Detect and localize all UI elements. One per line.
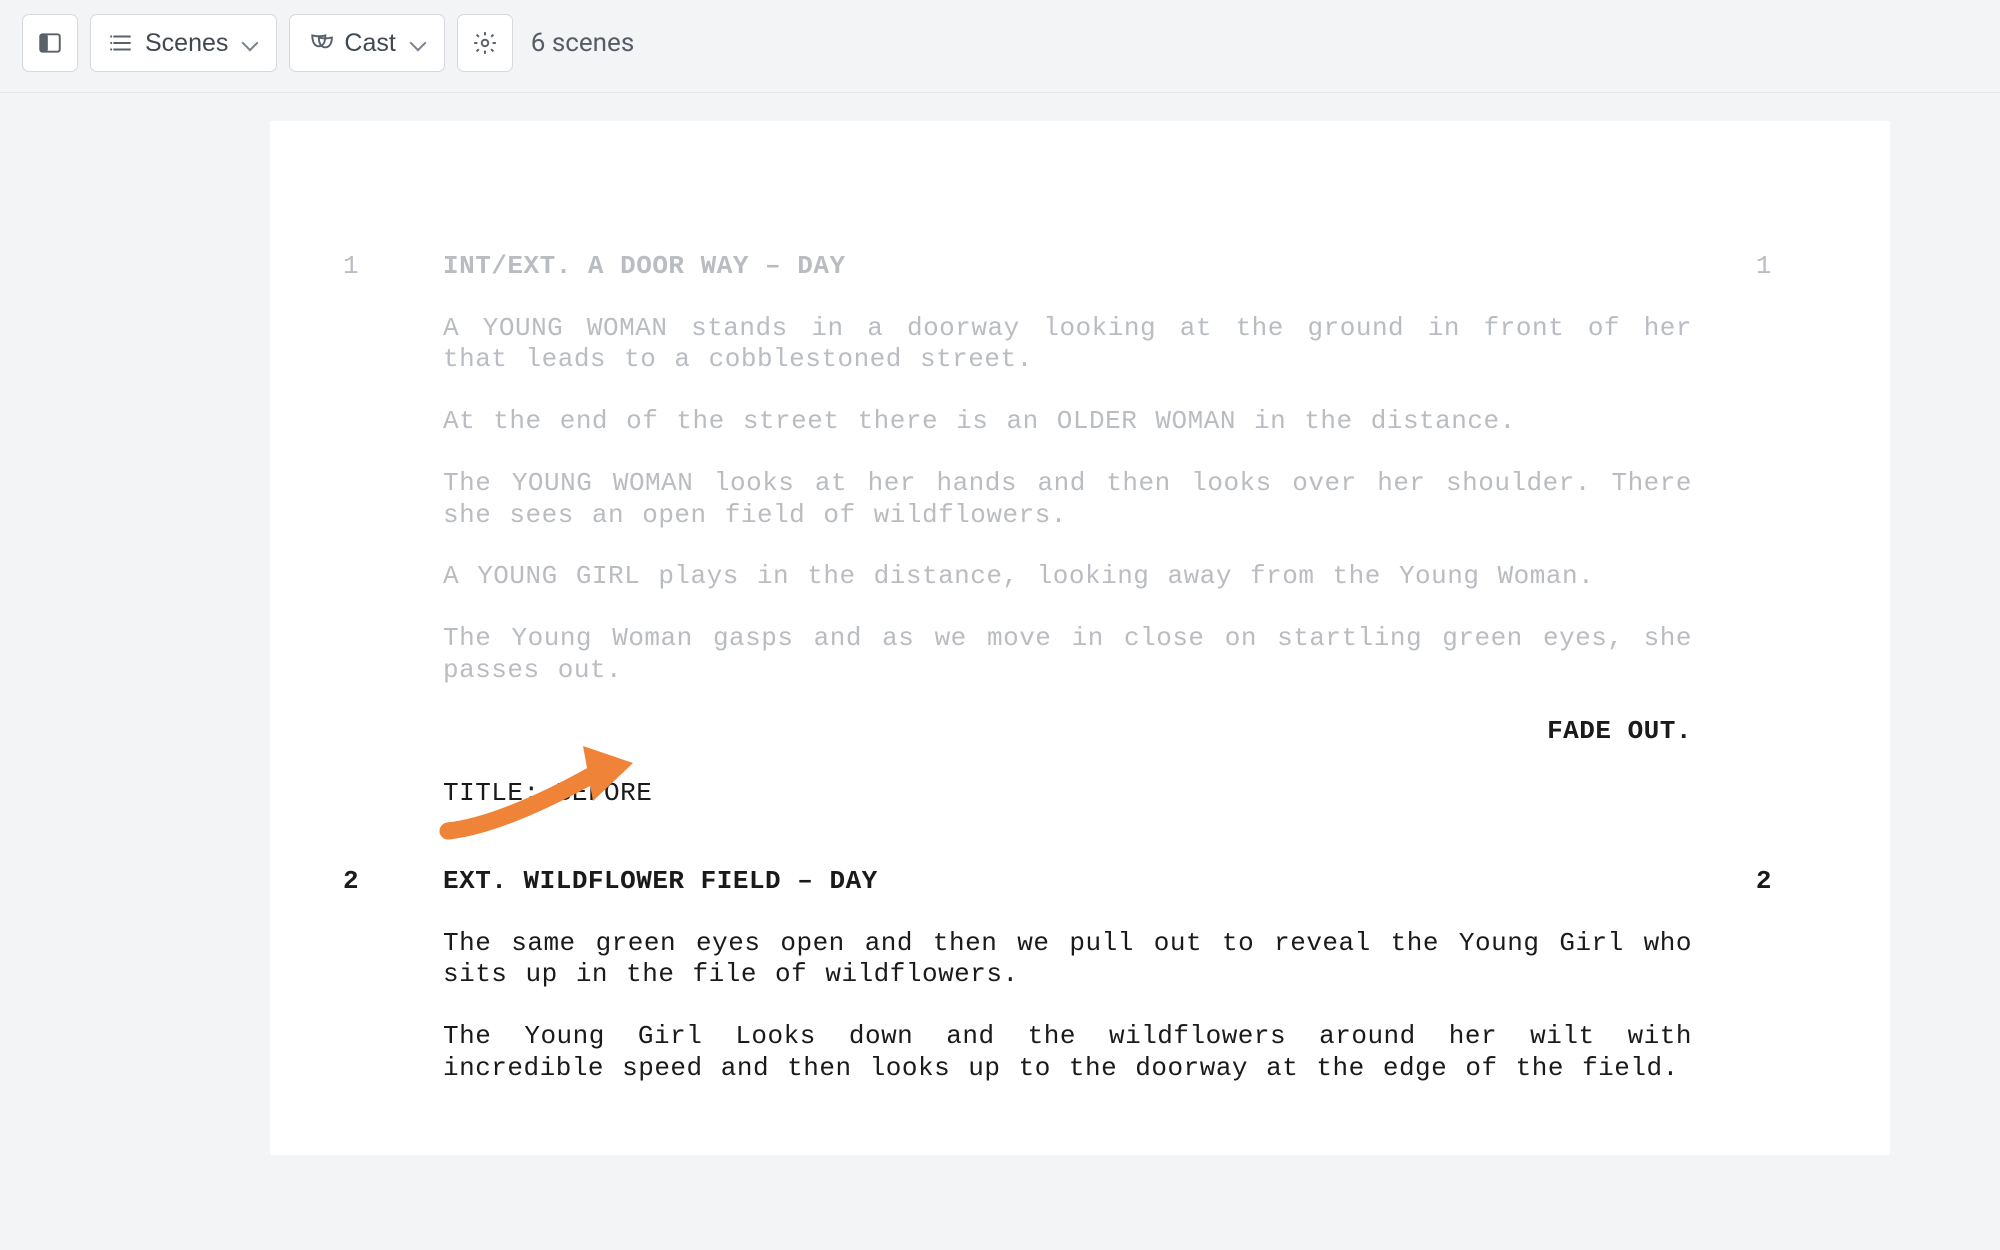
transition[interactable]: FADE OUT. xyxy=(348,716,1692,748)
gear-icon xyxy=(472,30,498,56)
masks-icon xyxy=(308,30,334,56)
scenes-dropdown-label: Scenes xyxy=(145,29,228,58)
action-text[interactable]: At the end of the street there is an OLD… xyxy=(443,406,1692,438)
title-card[interactable]: TITLE: BEFORE xyxy=(443,778,1812,810)
editor-viewport: 1 1 INT/EXT. A DOOR WAY – DAY A YOUNG WO… xyxy=(0,93,2000,1155)
sidebar-icon xyxy=(37,30,63,56)
action-text[interactable]: The Young Woman gasps and as we move in … xyxy=(443,623,1692,686)
action-text[interactable]: The YOUNG WOMAN looks at her hands and t… xyxy=(443,468,1692,531)
scene-heading[interactable]: INT/EXT. A DOOR WAY – DAY xyxy=(443,251,1732,283)
scene-block-1: 1 1 INT/EXT. A DOOR WAY – DAY A YOUNG WO… xyxy=(348,251,1812,686)
scene-count-label: 6 scenes xyxy=(525,28,634,58)
toolbar: Scenes Cast 6 scenes xyxy=(0,0,2000,93)
scene-block-2: 2 2 EXT. WILDFLOWER FIELD – DAY The same… xyxy=(348,866,1812,1085)
scene-number-right: 2 xyxy=(1756,866,1772,898)
cast-dropdown-label: Cast xyxy=(344,29,395,58)
list-icon xyxy=(109,30,135,56)
settings-button[interactable] xyxy=(457,14,513,72)
scene-heading[interactable]: EXT. WILDFLOWER FIELD – DAY xyxy=(443,866,1732,898)
script-page[interactable]: 1 1 INT/EXT. A DOOR WAY – DAY A YOUNG WO… xyxy=(270,121,1890,1155)
cast-dropdown-button[interactable]: Cast xyxy=(289,14,444,72)
chevron-down-icon xyxy=(410,35,426,51)
action-text[interactable]: A YOUNG GIRL plays in the distance, look… xyxy=(443,561,1692,593)
action-text[interactable]: The same green eyes open and then we pul… xyxy=(443,928,1692,991)
scene-number-left: 2 xyxy=(343,866,359,898)
scene-number-left: 1 xyxy=(343,251,359,283)
action-text[interactable]: A YOUNG WOMAN stands in a doorway lookin… xyxy=(443,313,1692,376)
toggle-sidebar-button[interactable] xyxy=(22,14,78,72)
action-text[interactable]: The Young Girl Looks down and the wildfl… xyxy=(443,1021,1692,1084)
scenes-dropdown-button[interactable]: Scenes xyxy=(90,14,277,72)
scene-number-right: 1 xyxy=(1756,251,1772,283)
chevron-down-icon xyxy=(242,35,258,51)
